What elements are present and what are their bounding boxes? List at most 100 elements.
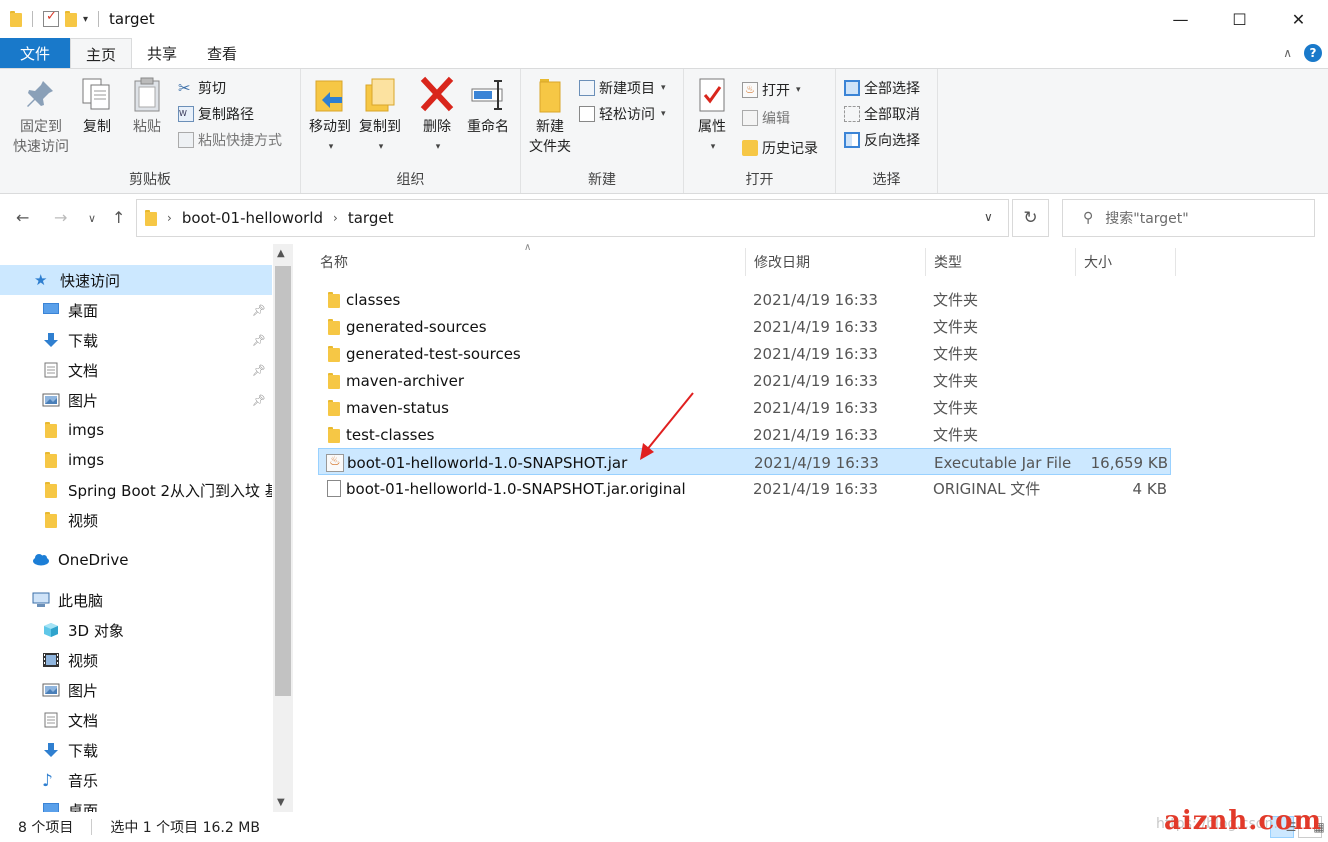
nav-quick-item[interactable]: imgs (0, 445, 272, 475)
scroll-down-icon[interactable]: ▼ (277, 797, 285, 808)
item-count: 8 个项目 (18, 820, 74, 836)
copy-path-button[interactable]: W 复制路径 (178, 103, 254, 125)
file-date: 2021/4/19 16:33 (753, 398, 878, 417)
file-row[interactable]: boot-01-helloworld-1.0-SNAPSHOT.jar 2021/… (318, 448, 1171, 475)
nav-pc-item[interactable]: 3D 对象 (0, 615, 272, 645)
scroll-up-icon[interactable]: ▲ (277, 248, 285, 259)
recent-locations-icon[interactable]: ∨ (88, 212, 96, 225)
file-row[interactable]: generated-sources 2021/4/19 16:33 文件夹 (318, 313, 1171, 340)
desktop-icon (42, 302, 60, 318)
breadcrumb-item[interactable]: boot-01-helloworld (182, 209, 323, 227)
file-name[interactable]: test-classes (346, 421, 746, 448)
nav-quick-item[interactable]: 桌面 📌︎ (0, 295, 272, 325)
nav-quick-item[interactable]: Spring Boot 2从入门到入坟 基础 (0, 475, 272, 505)
pin-icon[interactable]: 📌︎ (252, 364, 266, 377)
minimize-button[interactable]: — (1151, 0, 1210, 38)
help-icon[interactable]: ? (1304, 44, 1322, 62)
up-icon[interactable]: ↑ (112, 208, 125, 227)
select-none-button[interactable]: 全部取消 (844, 103, 920, 125)
collapse-ribbon-icon[interactable]: ∧ (1283, 46, 1292, 60)
nav-pc-item[interactable]: ♪ 音乐 (0, 765, 272, 795)
cut-button[interactable]: ✂ 剪切 (178, 77, 226, 99)
file-name[interactable]: boot-01-helloworld-1.0-SNAPSHOT.jar (347, 449, 747, 476)
nav-pc-item[interactable]: 文档 (0, 705, 272, 735)
file-row[interactable]: generated-test-sources 2021/4/19 16:33 文件夹 (318, 340, 1171, 367)
nav-quick-item[interactable]: 图片 📌︎ (0, 385, 272, 415)
column-header-date[interactable]: 修改日期 (746, 248, 926, 276)
delete-button[interactable]: 删除 ▾ (417, 75, 457, 157)
file-size (1083, 340, 1167, 367)
file-row[interactable]: classes 2021/4/19 16:33 文件夹 (318, 286, 1171, 313)
folder-icon (145, 210, 157, 226)
address-bar[interactable]: › boot-01-helloworld › target (136, 199, 1009, 237)
customize-toolbar-icon[interactable]: ▾ (83, 14, 88, 25)
close-button[interactable]: ✕ (1269, 0, 1328, 38)
maximize-button[interactable]: ☐ (1210, 0, 1269, 38)
file-name[interactable]: boot-01-helloworld-1.0-SNAPSHOT.jar.orig… (346, 475, 746, 502)
file-name[interactable]: generated-test-sources (346, 340, 746, 367)
tab-home[interactable]: 主页 (70, 38, 133, 69)
easy-access-button[interactable]: 轻松访问 ▾ (579, 103, 666, 125)
select-none-icon (844, 106, 860, 122)
refresh-button[interactable]: ↻ (1012, 199, 1049, 237)
chevron-right-icon[interactable]: › (167, 211, 172, 225)
breadcrumb-item[interactable]: target (348, 209, 394, 227)
file-row[interactable]: test-classes 2021/4/19 16:33 文件夹 (318, 421, 1171, 448)
pin-icon[interactable]: 📌︎ (252, 304, 266, 317)
search-input[interactable]: ⚲ 搜索"target" (1062, 199, 1315, 237)
group-label: 组织 (396, 172, 425, 188)
nav-pc-item[interactable]: 桌面 (0, 795, 272, 812)
nav-quick-item[interactable]: 下载 📌︎ (0, 325, 272, 355)
tab-share[interactable]: 共享 (132, 38, 192, 68)
new-folder-icon[interactable] (65, 11, 77, 27)
history-button[interactable]: 历史记录 (742, 137, 818, 159)
chevron-right-icon[interactable]: › (333, 211, 338, 225)
paste-shortcut-button[interactable]: 粘贴快捷方式 (178, 129, 282, 151)
column-header-size[interactable]: 大小 (1076, 248, 1176, 276)
invert-selection-button[interactable]: 反向选择 (844, 129, 920, 151)
scrollbar-thumb[interactable] (275, 266, 291, 696)
select-all-icon (844, 80, 860, 96)
column-header-type[interactable]: 类型 (926, 248, 1076, 276)
back-icon[interactable]: ← (16, 208, 29, 227)
copy-button[interactable]: 复制 (76, 75, 118, 137)
pin-to-quick-access-button[interactable]: 固定到 快速访问 (8, 75, 74, 157)
nav-pc-item[interactable]: 下载 (0, 735, 272, 765)
file-name[interactable]: maven-archiver (346, 367, 746, 394)
file-row[interactable]: maven-status 2021/4/19 16:33 文件夹 (318, 394, 1171, 421)
nav-pc-item[interactable]: 图片 (0, 675, 272, 705)
pin-icon[interactable]: 📌︎ (252, 394, 266, 407)
file-name[interactable]: generated-sources (346, 313, 746, 340)
tab-view[interactable]: 查看 (192, 38, 252, 68)
nav-quick-item[interactable]: imgs (0, 415, 272, 445)
nav-quick-item[interactable]: 文档 📌︎ (0, 355, 272, 385)
properties-icon[interactable] (43, 9, 59, 27)
nav-item-label: 3D 对象 (68, 621, 124, 640)
open-button[interactable]: ♨ 打开 ▾ (742, 79, 801, 101)
new-folder-button[interactable]: 新建 文件夹 (525, 75, 575, 157)
new-item-button[interactable]: 新建项目 ▾ (579, 77, 666, 99)
move-to-button[interactable]: 移动到 ▾ (305, 75, 355, 157)
edit-button[interactable]: 编辑 (742, 107, 790, 129)
tab-file[interactable]: 文件 (0, 38, 70, 68)
forward-icon[interactable]: → (54, 208, 67, 227)
file-row[interactable]: boot-01-helloworld-1.0-SNAPSHOT.jar.orig… (318, 475, 1171, 502)
nav-pc-item[interactable]: 视频 (0, 645, 272, 675)
chevron-down-icon[interactable]: ∨ (984, 210, 993, 224)
nav-scrollbar[interactable]: ▲ ▼ (273, 244, 293, 812)
file-name[interactable]: maven-status (346, 394, 746, 421)
nav-quick-item[interactable]: 视频 (0, 505, 272, 535)
pin-icon[interactable]: 📌︎ (252, 334, 266, 347)
file-row[interactable]: maven-archiver 2021/4/19 16:33 文件夹 (318, 367, 1171, 394)
nav-onedrive[interactable]: OneDrive (0, 545, 272, 575)
file-size: 16,659 KB (1090, 453, 1168, 472)
select-all-button[interactable]: 全部选择 (844, 77, 920, 99)
copy-to-button[interactable]: 复制到 ▾ (355, 75, 405, 157)
rename-button[interactable]: 重命名 (463, 75, 513, 137)
nav-this-pc[interactable]: 此电脑 (0, 585, 272, 615)
paste-button[interactable]: 粘贴 (126, 75, 168, 137)
column-header-name[interactable]: 名称 (318, 248, 746, 276)
nav-quick-access[interactable]: ★ 快速访问 (0, 265, 272, 295)
properties-button[interactable]: 属性 ▾ (690, 75, 734, 157)
file-name[interactable]: classes (346, 286, 746, 313)
